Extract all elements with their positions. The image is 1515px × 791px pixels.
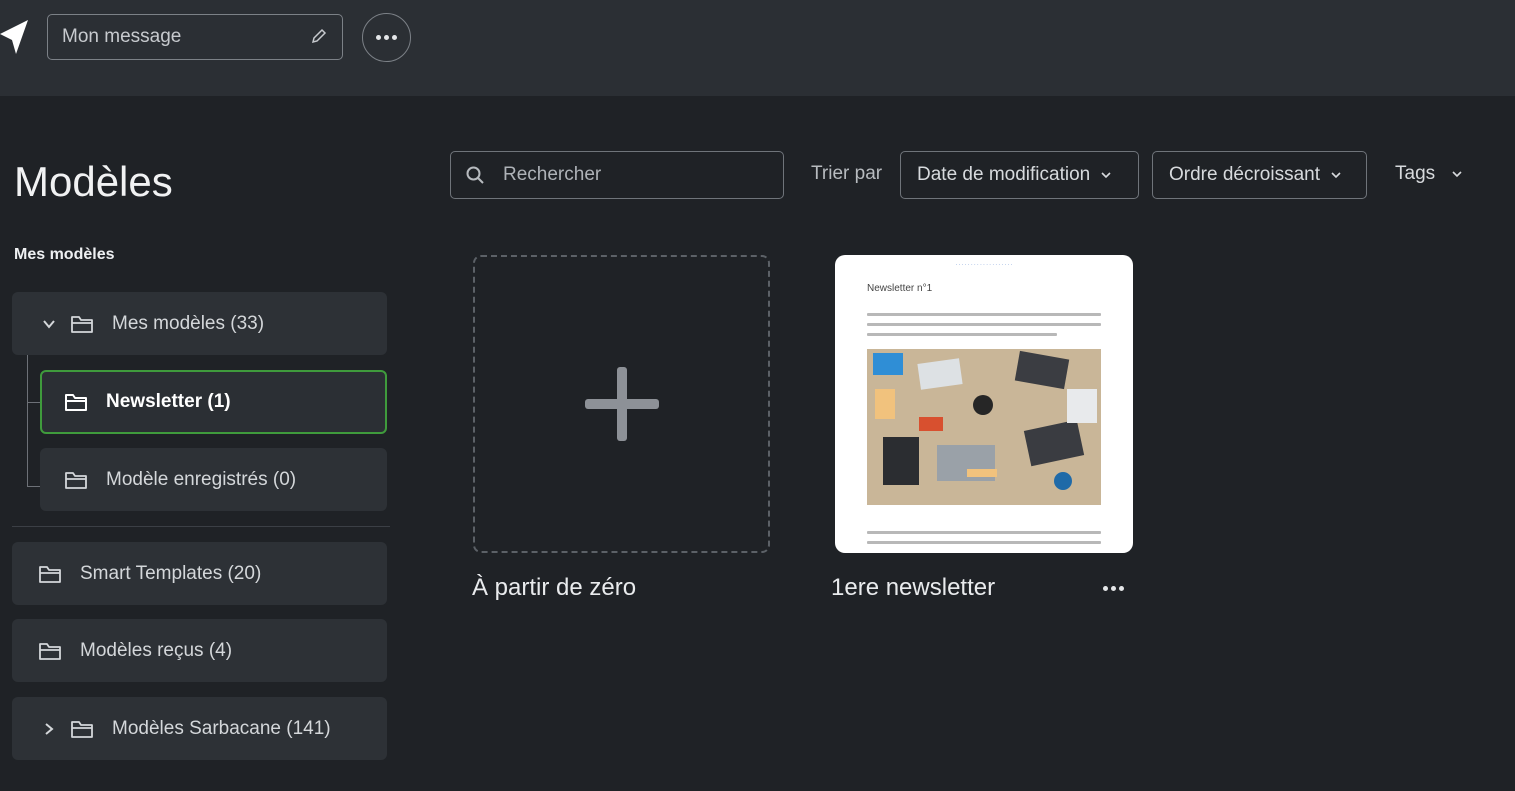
folder-label: Smart Templates (20) xyxy=(80,562,262,584)
folder-smart-templates[interactable]: Smart Templates (20) xyxy=(12,542,387,605)
divider xyxy=(12,526,390,527)
folder-icon xyxy=(71,720,93,738)
tree-connector xyxy=(27,402,41,403)
folder-modeles-recus[interactable]: Modèles reçus (4) xyxy=(12,619,387,682)
chevron-right-icon[interactable] xyxy=(42,722,56,736)
chevron-down-icon xyxy=(1101,172,1111,179)
sort-order-value: Ordre décroissant xyxy=(1169,164,1321,185)
message-name-text: Mon message xyxy=(62,26,182,47)
folder-icon xyxy=(65,471,87,489)
folder-mes-modeles[interactable]: Mes modèles (33) xyxy=(12,292,387,355)
folder-label: Modèle enregistrés (0) xyxy=(106,468,297,490)
folder-modeles-sarbacane[interactable]: Modèles Sarbacane (141) xyxy=(12,697,387,760)
card-label: 1ere newsletter xyxy=(831,574,996,601)
create-from-scratch-card[interactable] xyxy=(473,255,770,553)
thumbnail-title: Newsletter n°1 xyxy=(867,283,933,294)
folder-newsletter[interactable]: Newsletter (1) xyxy=(40,370,387,434)
message-name-field[interactable]: Mon message xyxy=(47,14,343,60)
thumbnail-text-line xyxy=(867,541,1101,544)
tree-connector xyxy=(27,486,41,487)
folder-icon xyxy=(39,642,61,660)
folder-label: Newsletter (1) xyxy=(106,391,231,412)
folder-label: Modèles Sarbacane (141) xyxy=(112,717,331,739)
chevron-down-icon xyxy=(1452,171,1462,178)
sort-field-dropdown[interactable]: Date de modification xyxy=(900,151,1139,199)
folder-icon xyxy=(65,394,87,411)
tags-label: Tags xyxy=(1395,163,1436,184)
folder-modele-enregistres[interactable]: Modèle enregistrés (0) xyxy=(40,448,387,511)
thumbnail-photo xyxy=(867,349,1101,505)
chevron-down-icon[interactable] xyxy=(42,317,56,331)
chevron-down-icon xyxy=(1331,172,1341,179)
search-input[interactable]: Rechercher xyxy=(450,151,784,199)
send-icon[interactable] xyxy=(0,20,28,54)
tags-filter[interactable]: Tags xyxy=(1395,163,1463,185)
section-label: Mes modèles xyxy=(14,246,115,263)
card-more-button[interactable] xyxy=(1103,586,1124,591)
ellipsis-icon xyxy=(1103,586,1124,591)
page-title: Modèles xyxy=(14,158,173,205)
folder-label: Modèles reçus (4) xyxy=(80,639,233,661)
thumbnail-text-line xyxy=(867,323,1101,326)
search-placeholder: Rechercher xyxy=(503,164,602,185)
folder-icon xyxy=(39,565,61,583)
folder-label: Mes modèles (33) xyxy=(112,312,265,334)
ellipsis-icon xyxy=(376,35,397,40)
thumbnail-text-line xyxy=(867,531,1101,534)
sort-label: Trier par xyxy=(811,163,883,184)
more-options-button[interactable] xyxy=(362,13,411,62)
sort-field-value: Date de modification xyxy=(917,164,1091,185)
thumbnail-header-link: · · · · · · · · · · · · · · · · · · · xyxy=(955,262,1013,268)
plus-icon xyxy=(584,367,659,441)
template-thumbnail[interactable]: · · · · · · · · · · · · · · · · · · · Ne… xyxy=(835,255,1133,553)
thumbnail-text-line xyxy=(867,333,1057,336)
top-bar: Mon message xyxy=(0,0,1515,96)
tree-connector xyxy=(27,355,28,486)
search-icon xyxy=(466,166,484,184)
sort-order-dropdown[interactable]: Ordre décroissant xyxy=(1152,151,1367,199)
thumbnail-text-line xyxy=(867,313,1101,316)
card-label: À partir de zéro xyxy=(472,574,637,601)
folder-icon xyxy=(71,315,93,333)
pencil-icon[interactable] xyxy=(310,27,328,45)
